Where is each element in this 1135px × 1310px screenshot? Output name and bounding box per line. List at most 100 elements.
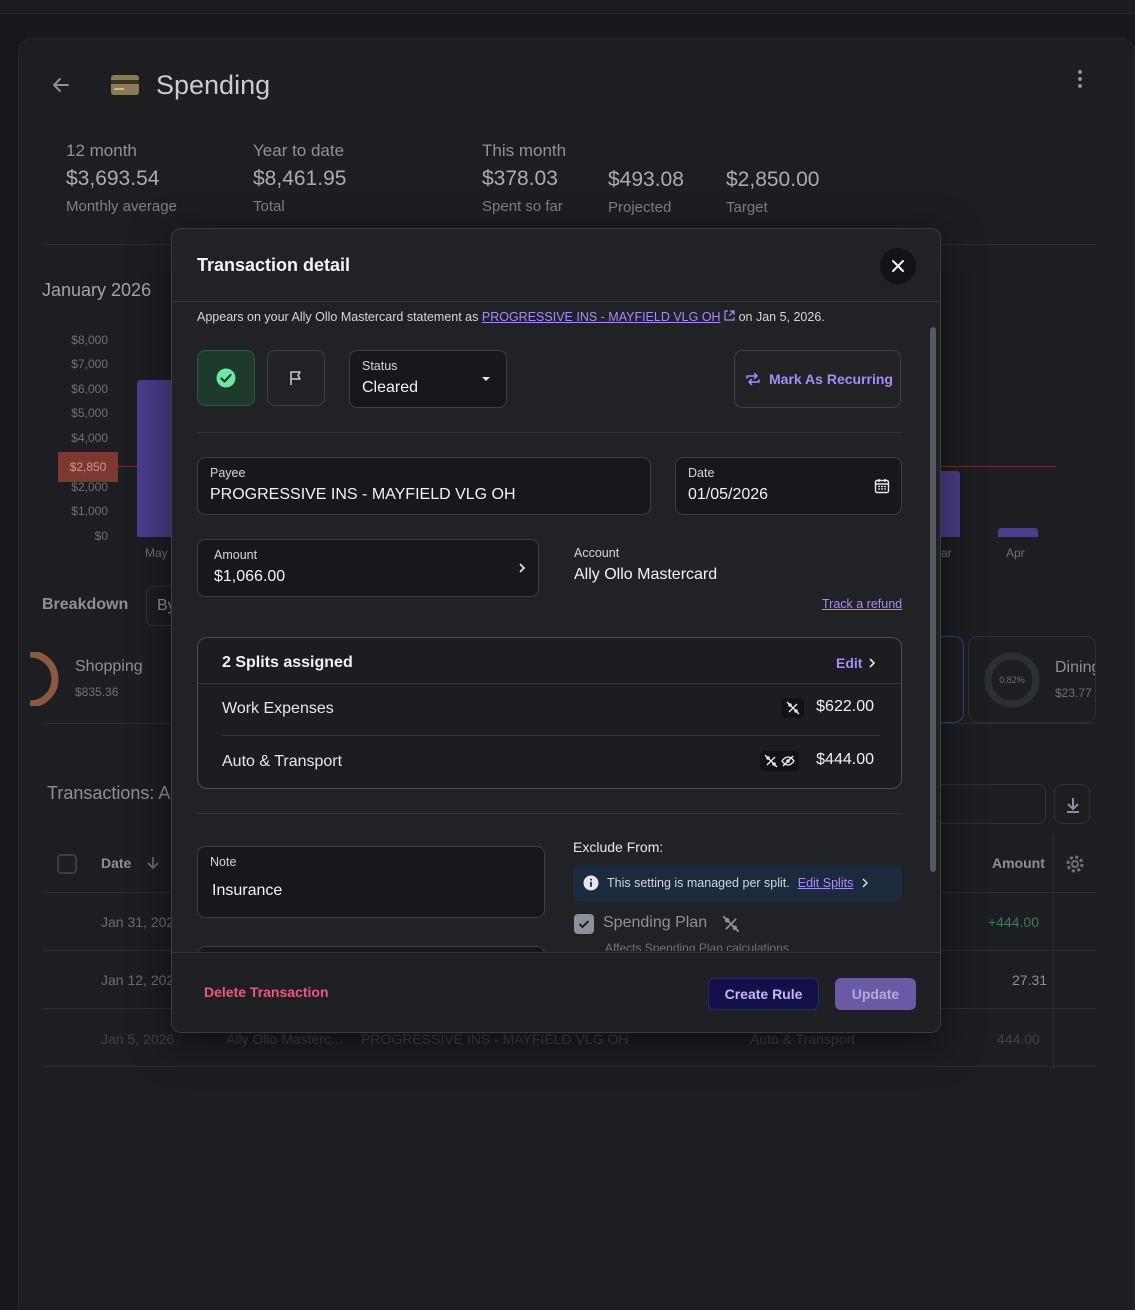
percent-off-icon (764, 754, 778, 768)
edit-splits-link[interactable]: Edit Splits (798, 876, 854, 890)
select-all-checkbox[interactable] (57, 854, 77, 874)
x-tick: May (145, 546, 168, 560)
split-badges (782, 698, 804, 718)
spending-plan-label: Spending Plan (603, 914, 708, 931)
note-value: Insurance (212, 882, 283, 899)
spending-plan-desc: Affects Spending Plan calculations (605, 941, 789, 951)
mark-recurring-label: Mark As Recurring (769, 371, 893, 387)
chart-bar (998, 528, 1038, 537)
stat-12-month: 12 month $3,693.54 Monthly average (66, 141, 177, 215)
stat-this-month: This month $378.03 Spent so far (482, 141, 566, 215)
y-tick: $5,000 (71, 406, 108, 420)
split-amount: $622.00 (816, 698, 874, 715)
modal-scrollbar[interactable] (930, 327, 936, 872)
row-amount: 444.00 (997, 1031, 1040, 1047)
stat-value: $2,850.00 (726, 168, 820, 191)
category-card-dining[interactable]: 0.82% Dining $23.77 (968, 636, 1096, 723)
modal-footer: Delete Transaction Create Rule Update (172, 952, 940, 1032)
page-title: Spending (156, 70, 271, 100)
spending-plan-checkbox[interactable] (574, 914, 594, 934)
percent-off-icon (786, 701, 800, 715)
statement-link[interactable]: PROGRESSIVE INS - MAYFIELD VLG OH (482, 310, 721, 324)
donut-icon (30, 652, 59, 706)
calendar-icon[interactable] (874, 478, 890, 494)
top-bar (0, 0, 1135, 14)
splits-header: 2 Splits assigned Edit (198, 638, 901, 684)
payee-field[interactable]: Payee PROGRESSIVE INS - MAYFIELD VLG OH (197, 457, 651, 515)
column-date[interactable]: Date (101, 855, 131, 871)
x-tick: Apr (1006, 546, 1025, 560)
account-label: Account (574, 546, 620, 560)
category-value: $23.77 (1055, 686, 1092, 700)
download-button[interactable] (1054, 784, 1090, 824)
sort-down-icon[interactable] (146, 855, 160, 871)
date-field[interactable]: Date 01/05/2026 (675, 457, 902, 515)
split-badges (760, 751, 799, 771)
create-rule-button[interactable]: Create Rule (708, 978, 819, 1010)
account-value: Ally Ollo Mastercard (574, 566, 718, 583)
transaction-detail-modal: Transaction detail Appears on your Ally … (171, 228, 941, 1033)
credit-card-icon (111, 75, 139, 95)
gear-icon[interactable] (1065, 854, 1085, 874)
amount-label: Amount (214, 548, 258, 562)
row-category: Auto & Transport (750, 1031, 856, 1047)
split-name: Auto & Transport (222, 753, 343, 770)
divider (197, 432, 902, 433)
exclude-title: Exclude From: (573, 839, 664, 855)
kebab-menu-icon[interactable] (1070, 68, 1090, 90)
stat-projected: $493.08 Projected (608, 168, 684, 216)
category-name: Shopping (75, 658, 143, 675)
per-split-info: This setting is managed per split. Edit … (573, 865, 902, 901)
flag-icon (290, 371, 301, 385)
x-tick: ar (941, 546, 952, 560)
caret-down-icon (482, 377, 490, 381)
category-card-shopping[interactable]: Shopping $835.36 (20, 636, 170, 723)
statement-info: Appears on your Ally Ollo Mastercard sta… (197, 310, 825, 324)
modal-header: Transaction detail (172, 229, 940, 302)
status-value: Cleared (362, 379, 419, 396)
external-link-icon[interactable] (724, 310, 735, 321)
row-account: Ally Ollo Masterc... (226, 1031, 343, 1047)
y-tick: $1,000 (71, 504, 108, 518)
update-button[interactable]: Update (835, 978, 916, 1010)
amount-field[interactable]: Amount $1,066.00 (197, 539, 539, 597)
payee-label: Payee (210, 466, 246, 480)
chart-title: January 2026 (42, 280, 152, 300)
stat-sub: Spent so far (482, 198, 563, 215)
delete-transaction-button[interactable]: Delete Transaction (204, 984, 329, 1000)
y-tick: $2,000 (71, 480, 108, 494)
chart-bar (137, 380, 173, 537)
row-amount: +444.00 (988, 914, 1039, 930)
y-tick: $6,000 (71, 382, 108, 396)
edit-splits-button[interactable]: Edit (836, 655, 876, 671)
stat-value: $3,693.54 (66, 167, 160, 190)
repeat-icon (746, 372, 760, 386)
chevron-right-icon (869, 658, 876, 668)
status-label: Status (362, 359, 398, 373)
divider (197, 813, 902, 814)
date-value: 01/05/2026 (688, 486, 769, 503)
track-refund-link[interactable]: Track a refund (822, 597, 902, 611)
mark-recurring-button[interactable]: Mark As Recurring (734, 350, 901, 408)
flag-button[interactable] (267, 350, 325, 406)
note-field[interactable]: Note Insurance (197, 846, 545, 918)
breakdown-title: Breakdown (42, 596, 129, 613)
column-amount[interactable]: Amount (992, 855, 1045, 871)
stat-target: $2,850.00 Target (726, 168, 819, 216)
splits-title: 2 Splits assigned (222, 654, 353, 671)
stat-value: $378.03 (482, 167, 558, 190)
stat-label: 12 month (66, 141, 137, 160)
info-icon (583, 875, 599, 891)
arrow-left-icon[interactable] (50, 74, 72, 96)
date-label: Date (688, 466, 715, 480)
category-percent: 0.82% (999, 675, 1025, 685)
close-icon (892, 260, 904, 272)
status-select[interactable]: Status Cleared (349, 350, 507, 408)
row-amount: 27.31 (1012, 972, 1048, 988)
close-button[interactable] (880, 248, 916, 284)
stat-sub: Monthly average (66, 198, 177, 215)
cleared-toggle-button[interactable] (197, 350, 255, 406)
stat-label: Year to date (253, 141, 345, 160)
stat-sub: Total (253, 198, 285, 215)
y-tick: $0 (94, 529, 108, 543)
